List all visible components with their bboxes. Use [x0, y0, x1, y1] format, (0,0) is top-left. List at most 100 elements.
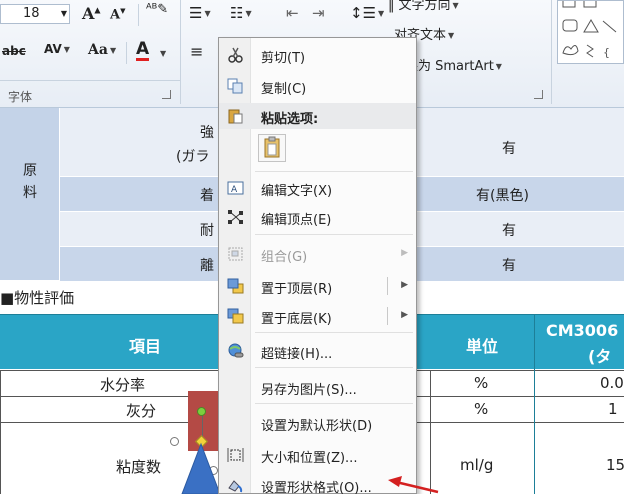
increase-indent-icon[interactable]: ⇥: [312, 4, 325, 22]
svg-text:A: A: [231, 185, 238, 195]
group-icon: [228, 247, 243, 261]
char-spacing-icon[interactable]: AV ▼: [44, 42, 70, 56]
line-spacing-icon[interactable]: ↕☰ ▼: [350, 4, 384, 22]
font-size-value: 18: [23, 6, 40, 21]
menu-item-label: 组合(G): [261, 250, 308, 265]
context-menu: 剪切(T) 复制(C) 粘贴选项: A 编辑文字(X) 编辑顶点(E) 组合(G…: [218, 37, 417, 494]
submenu-divider: [387, 307, 388, 325]
separator: [126, 42, 127, 64]
menu-item-hyperlink[interactable]: 超链接(H)...: [219, 338, 416, 364]
column-divider: [534, 314, 535, 494]
submenu-divider: [387, 277, 388, 295]
cell-unit: %: [474, 400, 489, 418]
menu-separator: [255, 403, 413, 404]
copy-icon: [227, 78, 243, 94]
bring-to-front-icon: [227, 278, 244, 294]
separator: [551, 0, 552, 104]
menu-item-label: 粘贴选项:: [261, 112, 319, 127]
shrink-font-icon[interactable]: A▼: [110, 6, 125, 22]
send-to-back-icon: [227, 308, 244, 324]
cell-value: 1: [608, 400, 618, 418]
dialog-launcher-icon[interactable]: [162, 90, 171, 99]
column-divider: [0, 370, 1, 494]
menu-item-label: 编辑顶点(E): [261, 213, 332, 228]
cell-value: 有(黒色): [476, 188, 529, 204]
paste-icon: [228, 109, 243, 124]
menu-item-cut[interactable]: 剪切(T): [219, 42, 416, 68]
strikethrough-icon[interactable]: abc: [2, 44, 26, 58]
shape-arrow-up[interactable]: [176, 440, 222, 494]
menu-item-label: 设置形状格式(O)...: [261, 481, 372, 494]
bullets-icon[interactable]: ☰ ▼: [189, 4, 211, 22]
menu-paste-options-header: 粘贴选项:: [219, 103, 416, 129]
menu-item-group[interactable]: 组合(G) ▶: [219, 241, 416, 267]
menu-item-bring-to-front[interactable]: 置于顶层(R) ▶: [219, 273, 416, 299]
row-header-char: 原: [23, 163, 37, 179]
shapes-gallery-icons: {: [562, 0, 617, 59]
clipboard-icon: [264, 136, 280, 158]
dialog-launcher-icon[interactable]: [534, 90, 543, 99]
submenu-arrow-icon[interactable]: ▶: [401, 310, 408, 320]
hyperlink-icon: [228, 343, 244, 358]
cell-value: 15: [606, 456, 624, 474]
cell-item: 耐: [200, 223, 214, 239]
clear-format-icon[interactable]: ᴬᴮ✎: [146, 2, 168, 17]
paste-keep-formatting-button[interactable]: [258, 134, 286, 162]
menu-item-label: 置于顶层(R): [261, 282, 333, 297]
header-unit: 単位: [465, 337, 498, 356]
rotation-handle[interactable]: [197, 407, 206, 416]
grow-font-icon[interactable]: A▲: [82, 4, 101, 23]
cell-item: 着: [200, 188, 214, 204]
shapes-gallery[interactable]: {: [557, 0, 624, 64]
row-header-char: 料: [23, 185, 37, 201]
decrease-indent-icon[interactable]: ⇤: [286, 4, 299, 22]
cell-item: 離: [200, 258, 214, 274]
chevron-down-icon[interactable]: ▼: [158, 46, 166, 61]
edit-points-icon: [228, 210, 243, 224]
separator: [180, 0, 181, 104]
menu-item-label: 剪切(T): [261, 51, 306, 66]
cell-unit: ml/g: [460, 456, 494, 474]
menu-separator: [255, 367, 413, 368]
cell-item: 水分率: [100, 376, 146, 394]
edit-text-icon: A: [227, 181, 244, 195]
cell-item: (ガラ: [176, 149, 210, 165]
cell-item: 強: [200, 125, 214, 141]
cell-unit: %: [474, 374, 489, 392]
menu-item-label: 设置为默认形状(D): [261, 419, 373, 434]
menu-item-edit-points[interactable]: 编辑顶点(E): [219, 204, 416, 230]
chevron-down-icon: ▼: [60, 9, 67, 18]
size-position-icon: [227, 448, 244, 462]
cell-value: 0.0: [600, 374, 624, 392]
menu-separator: [255, 332, 413, 333]
scissors-icon: [228, 47, 243, 63]
menu-item-label: 置于底层(K): [261, 312, 332, 327]
cell-value: 有: [502, 223, 516, 239]
submenu-arrow-icon[interactable]: ▶: [401, 280, 408, 290]
menu-separator: [255, 171, 413, 172]
text-direction-button[interactable]: ‖ 文字方向 ▼: [388, 0, 459, 13]
section-heading: ■物性評価: [0, 289, 75, 307]
menu-item-size-position[interactable]: 大小和位置(Z)...: [219, 442, 416, 468]
svg-text:{: {: [603, 46, 610, 59]
menu-item-label: 另存为图片(S)...: [261, 383, 357, 398]
numbering-icon[interactable]: ☷ ▼: [230, 4, 252, 22]
cell-item: 粘度数: [116, 458, 162, 476]
align-left-icon[interactable]: ≡: [190, 42, 203, 61]
menu-item-label: 大小和位置(Z)...: [261, 451, 358, 466]
change-case-icon[interactable]: Aa ▼: [88, 42, 116, 58]
font-size-select[interactable]: 18 ▼: [0, 4, 70, 24]
separator: [0, 80, 180, 81]
group-label-font: 字体: [8, 90, 33, 104]
menu-item-label: 编辑文字(X): [261, 184, 333, 199]
menu-item-edit-text[interactable]: A 编辑文字(X): [219, 175, 416, 201]
cell-item: 灰分: [126, 402, 157, 420]
submenu-arrow-icon: ▶: [401, 248, 408, 258]
menu-item-label: 超链接(H)...: [261, 347, 333, 362]
menu-item-copy[interactable]: 复制(C): [219, 73, 416, 99]
menu-item-save-as-picture[interactable]: 另存为图片(S)...: [219, 374, 416, 400]
font-color-icon[interactable]: A: [136, 40, 150, 61]
menu-item-send-to-back[interactable]: 置于底层(K) ▶: [219, 303, 416, 329]
menu-item-set-default-shape[interactable]: 设置为默认形状(D): [219, 410, 416, 436]
cell-value: 有: [502, 258, 516, 274]
